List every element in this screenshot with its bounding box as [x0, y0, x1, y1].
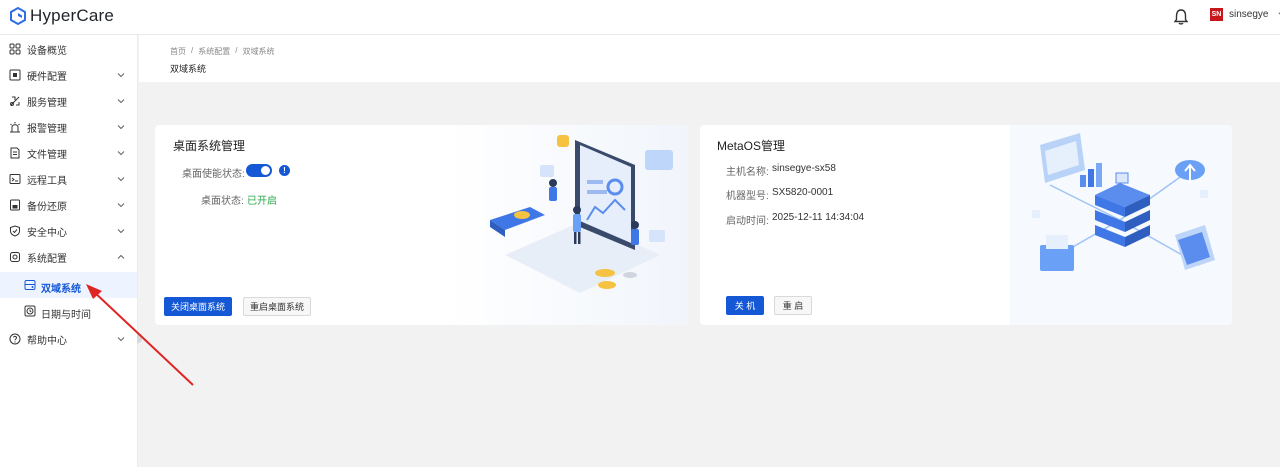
settings-icon — [10, 252, 20, 262]
sidebar-item-label: 备份还原 — [27, 201, 67, 213]
app-title: HyperCare — [30, 6, 114, 25]
file-icon — [10, 147, 20, 159]
model-value: SX5820-0001 — [772, 187, 834, 198]
chevron-down-icon — [117, 203, 125, 208]
sidebar-item-label: 安全中心 — [27, 227, 67, 239]
breadcrumb-item-current: 双域系统 — [242, 47, 275, 56]
sidebar-item-hardware[interactable]: 硬件配置 — [0, 62, 137, 88]
clock-icon — [24, 305, 36, 317]
chevron-down-icon — [117, 151, 125, 156]
breadcrumb-separator: / — [235, 46, 238, 55]
desktop-enable-label: 桌面使能状态: — [182, 169, 245, 180]
hostname-label: 主机名称: — [726, 167, 769, 178]
sidebar-subitem-label: 双域系统 — [41, 284, 81, 295]
app-logo[interactable]: HyperCare — [10, 6, 114, 26]
sidebar-item-label: 帮助中心 — [27, 335, 67, 347]
hardware-icon — [9, 69, 21, 81]
desktop-system-card: 桌面系统管理 桌面使能状态: ! 桌面状态: 已开启 关闭桌面系统 重启桌面系统 — [155, 125, 688, 325]
top-bar: HyperCare SN sinsegye — [0, 0, 1280, 35]
boot-time-label: 启动时间: — [726, 216, 769, 227]
chevron-down-icon — [117, 99, 125, 104]
shutdown-button[interactable]: 关 机 — [726, 296, 764, 315]
remote-icon — [9, 174, 21, 184]
sidebar-item-label: 系统配置 — [27, 253, 67, 265]
info-icon[interactable]: ! — [279, 165, 290, 176]
breadcrumb-item-home[interactable]: 首页 — [170, 46, 186, 57]
chevron-down-icon — [117, 177, 125, 182]
sidebar-item-backup[interactable]: 备份还原 — [0, 192, 137, 218]
sidebar-item-overview[interactable]: 设备概览 — [0, 36, 137, 62]
desktop-enable-toggle[interactable] — [246, 164, 272, 177]
sidebar-item-alarm[interactable]: 报警管理 — [0, 114, 137, 140]
sidebar-item-remote[interactable]: 远程工具 — [0, 166, 137, 192]
backup-icon — [10, 199, 20, 211]
chevron-down-icon — [117, 73, 125, 78]
breadcrumb-item-system-config[interactable]: 系统配置 — [198, 46, 230, 57]
boot-time-value: 2025-12-11 14:34:04 — [772, 212, 865, 223]
sidebar-item-label: 设备概览 — [27, 45, 67, 57]
toggle-knob — [261, 166, 270, 175]
service-icon — [10, 96, 20, 106]
sidebar-item-label: 硬件配置 — [27, 71, 67, 83]
sidebar-item-security[interactable]: 安全中心 — [0, 218, 137, 244]
alarm-icon — [10, 122, 20, 133]
chevron-up-icon — [117, 254, 125, 259]
metaos-card: MetaOS管理 主机名称: sinsegye-sx58 机器型号: SX582… — [700, 125, 1232, 325]
user-name: sinsegye — [1229, 9, 1269, 20]
server-illustration — [1010, 125, 1232, 325]
restart-button[interactable]: 重 启 — [774, 296, 812, 315]
card-title: MetaOS管理 — [717, 139, 786, 153]
sidebar-item-service[interactable]: 服务管理 — [0, 88, 137, 114]
model-label: 机器型号: — [726, 191, 769, 202]
dual-domain-icon — [24, 280, 36, 290]
sidebar-item-label: 远程工具 — [27, 175, 67, 187]
chevron-down-icon — [117, 229, 125, 234]
sidebar-item-file[interactable]: 文件管理 — [0, 140, 137, 166]
user-menu[interactable]: SN sinsegye — [1210, 8, 1280, 21]
help-icon — [9, 333, 21, 345]
breadcrumb-separator: / — [191, 46, 194, 55]
sidebar-item-label: 文件管理 — [27, 149, 67, 161]
sidebar: 设备概览 硬件配置 服务管理 报警管理 文件管理 远程工具 备份还原 安全中心 … — [0, 35, 138, 467]
page-header: 首页 / 系统配置 / 双域系统 双域系统 — [139, 35, 1280, 82]
sidebar-item-system-config[interactable]: 系统配置 — [0, 244, 137, 270]
restart-desktop-button[interactable]: 重启桌面系统 — [243, 297, 311, 316]
desktop-illustration — [445, 125, 688, 325]
dashboard-icon — [9, 43, 21, 55]
bell-icon[interactable] — [1173, 8, 1189, 26]
sidebar-item-label: 报警管理 — [27, 123, 67, 135]
shield-icon — [10, 225, 20, 237]
logo-icon — [10, 7, 26, 25]
hostname-value: sinsegye-sx58 — [772, 163, 836, 174]
page-title: 双域系统 — [170, 64, 207, 74]
card-title: 桌面系统管理 — [173, 139, 246, 153]
chevron-down-icon — [117, 125, 125, 130]
annotation-arrow — [86, 284, 194, 386]
avatar: SN — [1210, 8, 1223, 21]
sidebar-item-label: 服务管理 — [27, 97, 67, 109]
breadcrumb: 首页 / 系统配置 / 双域系统 — [170, 46, 274, 57]
desktop-status-value: 已开启 — [247, 196, 277, 207]
desktop-status-label: 桌面状态: — [201, 196, 244, 207]
